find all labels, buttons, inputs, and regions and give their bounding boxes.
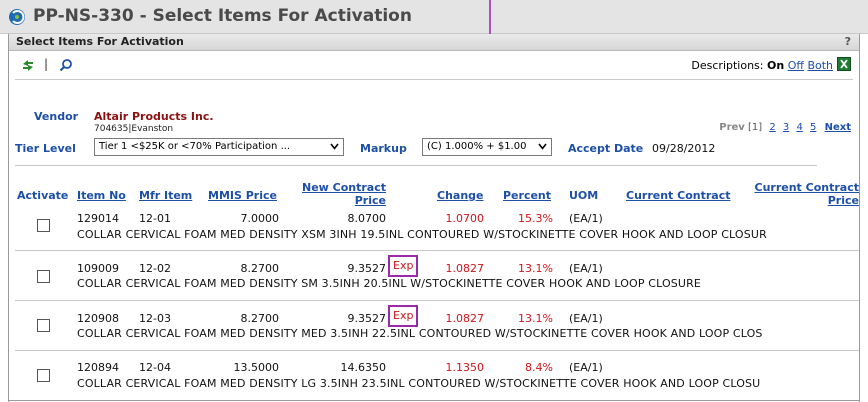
toolbar-separator: | bbox=[44, 57, 49, 71]
accept-date-value: 09/28/2012 bbox=[652, 142, 716, 155]
new-price: 14.6350 bbox=[340, 361, 387, 374]
item-description: COLLAR CERVICAL FOAM MED DENSITY XSM 3IN… bbox=[77, 228, 767, 241]
percent-value: 13.1% bbox=[518, 262, 553, 275]
select-items-panel: Select Items For Activation ? | Descript… bbox=[8, 34, 860, 402]
vendor-name: Altair Products Inc. bbox=[94, 110, 214, 123]
mfr-item: 12-03 bbox=[139, 312, 171, 325]
row-divider bbox=[15, 250, 859, 251]
toolbar-divider bbox=[15, 79, 853, 80]
item-no: 109009 bbox=[77, 262, 119, 275]
descriptions-off-link[interactable]: Off bbox=[788, 59, 804, 72]
pager-prev: Prev bbox=[719, 122, 745, 133]
pager-page-4[interactable]: 4 bbox=[796, 122, 802, 133]
change-value: 1.0827 bbox=[445, 312, 485, 325]
column-current-contract[interactable]: Current Contract bbox=[626, 189, 730, 202]
pager-page-3[interactable]: 3 bbox=[783, 122, 789, 133]
row-divider bbox=[15, 300, 859, 301]
accept-date-label: Accept Date bbox=[568, 142, 644, 155]
markup-value: (C) 1.000% + $1.00 bbox=[427, 141, 527, 152]
mfr-item: 12-02 bbox=[139, 262, 171, 275]
change-value: 1.1350 bbox=[445, 361, 485, 374]
column-new-contract-price-line2: Price bbox=[354, 194, 386, 207]
item-no: 120894 bbox=[77, 361, 119, 374]
chevron-down-icon bbox=[538, 143, 547, 150]
column-current-contract-price[interactable]: Current Contract Price bbox=[745, 181, 859, 207]
vendor-label: Vendor bbox=[34, 110, 79, 123]
mmis-price: 13.5000 bbox=[233, 361, 280, 374]
column-change[interactable]: Change bbox=[437, 189, 484, 202]
magnifier-icon[interactable] bbox=[59, 58, 73, 72]
activate-checkbox[interactable] bbox=[37, 369, 50, 382]
expired-badge: Exp bbox=[388, 255, 419, 277]
pager-page-5[interactable]: 5 bbox=[810, 122, 816, 133]
expired-badge: Exp bbox=[388, 305, 419, 327]
panel-title: Select Items For Activation bbox=[16, 35, 184, 48]
new-price: 8.0700 bbox=[347, 212, 387, 225]
new-price: 9.3527 bbox=[347, 312, 387, 325]
tier-level-value: Tier 1 <$25K or <70% Participation ... bbox=[99, 141, 291, 152]
percent-value: 8.4% bbox=[525, 361, 553, 374]
column-item-no[interactable]: Item No bbox=[77, 189, 126, 202]
descriptions-both-link[interactable]: Both bbox=[807, 59, 833, 72]
column-current-contract-price-line1: Current Contract bbox=[754, 181, 859, 194]
mfr-item: 12-04 bbox=[139, 361, 171, 374]
uom-value: (EA/1) bbox=[569, 212, 603, 225]
panel-header: Select Items For Activation ? bbox=[9, 34, 859, 51]
refresh-arrows-icon[interactable] bbox=[21, 58, 35, 72]
descriptions-toggle: Descriptions: On Off Both bbox=[691, 59, 833, 72]
uom-value: (EA/1) bbox=[569, 262, 603, 275]
filter-divider bbox=[15, 165, 817, 166]
pager: Prev [1] 2 3 4 5 Next bbox=[719, 122, 851, 133]
column-mfr-item[interactable]: Mfr Item bbox=[139, 189, 192, 202]
new-price: 9.3527 bbox=[347, 262, 387, 275]
mmis-price: 8.2700 bbox=[240, 262, 280, 275]
mfr-item: 12-01 bbox=[139, 212, 171, 225]
change-value: 1.0700 bbox=[445, 212, 485, 225]
window-titlebar: PP-NS-330 - Select Items For Activation bbox=[0, 0, 868, 34]
item-description: COLLAR CERVICAL FOAM MED DENSITY MED 3.5… bbox=[77, 327, 763, 340]
chevron-down-icon bbox=[330, 143, 339, 150]
mmis-price: 7.0000 bbox=[240, 212, 280, 225]
column-uom: UOM bbox=[569, 189, 599, 202]
mmis-price: 8.2700 bbox=[240, 312, 280, 325]
pager-current: [1] bbox=[748, 122, 763, 133]
vendor-id-location: 704635|Evanston bbox=[94, 124, 174, 134]
row-divider bbox=[15, 350, 859, 351]
activate-checkbox[interactable] bbox=[37, 319, 50, 332]
tier-level-select[interactable]: Tier 1 <$25K or <70% Participation ... bbox=[94, 138, 344, 156]
change-value: 1.0827 bbox=[445, 262, 485, 275]
excel-icon[interactable] bbox=[837, 57, 851, 71]
app-logo-icon bbox=[9, 9, 25, 25]
tier-level-label: Tier Level bbox=[15, 142, 76, 155]
panel-bottom-border bbox=[8, 400, 860, 401]
column-activate: Activate bbox=[17, 189, 69, 202]
markup-label: Markup bbox=[360, 142, 407, 155]
uom-value: (EA/1) bbox=[569, 312, 603, 325]
descriptions-on: On bbox=[767, 59, 785, 72]
column-new-contract-price-line1: New Contract bbox=[301, 181, 386, 194]
item-no: 120908 bbox=[77, 312, 119, 325]
column-new-contract-price[interactable]: New Contract Price bbox=[299, 181, 386, 207]
help-icon[interactable]: ? bbox=[845, 35, 851, 48]
activate-checkbox[interactable] bbox=[37, 270, 50, 283]
percent-value: 13.1% bbox=[518, 312, 553, 325]
pager-next[interactable]: Next bbox=[825, 122, 851, 133]
item-description: COLLAR CERVICAL FOAM MED DENSITY LG 3.5I… bbox=[77, 377, 761, 390]
item-no: 129014 bbox=[77, 212, 119, 225]
column-current-contract-price-line2: Price bbox=[827, 194, 859, 207]
pager-page-2[interactable]: 2 bbox=[769, 122, 775, 133]
uom-value: (EA/1) bbox=[569, 361, 603, 374]
column-percent[interactable]: Percent bbox=[503, 189, 551, 202]
column-mmis-price[interactable]: MMIS Price bbox=[208, 189, 277, 202]
descriptions-label: Descriptions: bbox=[691, 59, 764, 72]
markup-select[interactable]: (C) 1.000% + $1.00 bbox=[422, 138, 552, 156]
item-description: COLLAR CERVICAL FOAM MED DENSITY SM 3.5I… bbox=[77, 277, 702, 290]
activate-checkbox[interactable] bbox=[37, 219, 50, 232]
window-title: PP-NS-330 - Select Items For Activation bbox=[33, 6, 412, 26]
percent-value: 15.3% bbox=[518, 212, 553, 225]
